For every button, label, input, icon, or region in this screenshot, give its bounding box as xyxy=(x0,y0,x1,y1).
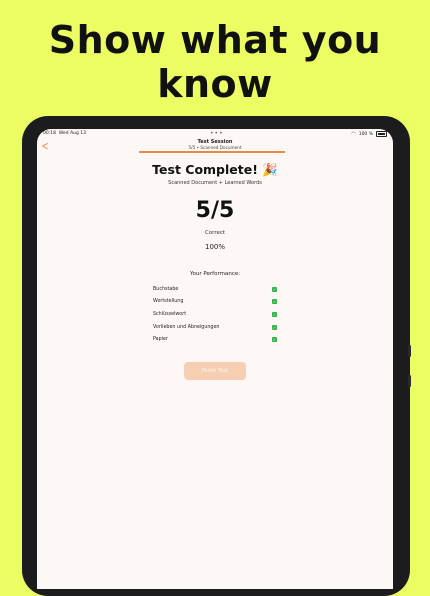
correct-label: Correct xyxy=(204,230,226,236)
word-label: Wortstellung xyxy=(153,299,184,305)
percent-value: 100% xyxy=(204,243,225,251)
marketing-headline: Show what you know xyxy=(0,18,430,106)
word-label: Papier xyxy=(153,337,168,343)
word-label: Vorlieben und Abneigungen xyxy=(153,324,220,330)
result-title: Test Complete! 🎉 xyxy=(152,162,278,177)
power-button xyxy=(408,375,411,387)
status-bar-left: 00:18 Wed Aug 13 xyxy=(43,131,86,136)
result-subtitle: Scanned Document + Learned Words xyxy=(168,180,262,186)
checkmark-icon: ✓ xyxy=(272,337,277,343)
word-label: Buchstabe xyxy=(153,286,179,292)
checkmark-icon: ✓ xyxy=(272,286,277,292)
performance-title: Your Performance: xyxy=(189,271,241,277)
performance-row: Wortstellung ✓ xyxy=(153,296,277,309)
volume-button xyxy=(408,345,411,357)
progress-bar xyxy=(139,151,285,153)
headline-line-1: Show what you xyxy=(48,18,382,62)
performance-row: Schlüsselwort ✓ xyxy=(153,308,277,321)
progress-fill xyxy=(139,151,285,153)
performance-row: Buchstabe ✓ xyxy=(153,283,277,296)
battery-icon xyxy=(376,131,387,137)
session-subtitle: 5/5 • Scanned Document xyxy=(188,145,242,150)
performance-row: Papier ✓ xyxy=(153,333,277,346)
status-time: 00:18 xyxy=(43,131,56,136)
app-screen: 00:18 Wed Aug 13 ••• ◠ 100 % < Test Sess… xyxy=(37,129,393,589)
performance-list: Buchstabe ✓ Wortstellung ✓ Schlüsselwort… xyxy=(153,283,277,346)
headline-line-2: know xyxy=(157,62,273,106)
checkmark-icon: ✓ xyxy=(272,299,277,305)
multitask-dots-icon[interactable]: ••• xyxy=(210,130,224,137)
performance-row: Vorlieben und Abneigungen ✓ xyxy=(153,321,277,334)
score-value: 5/5 xyxy=(195,198,235,223)
status-date: Wed Aug 13 xyxy=(58,131,87,136)
wifi-icon: ◠ xyxy=(351,131,356,137)
checkmark-icon: ✓ xyxy=(272,311,277,317)
checkmark-icon: ✓ xyxy=(272,324,277,330)
word-label: Schlüsselwort xyxy=(153,311,187,317)
status-bar-right: ◠ 100 % xyxy=(351,131,387,137)
finish-test-button[interactable]: Finish Test xyxy=(184,362,246,380)
battery-percent: 100 % xyxy=(358,131,373,137)
